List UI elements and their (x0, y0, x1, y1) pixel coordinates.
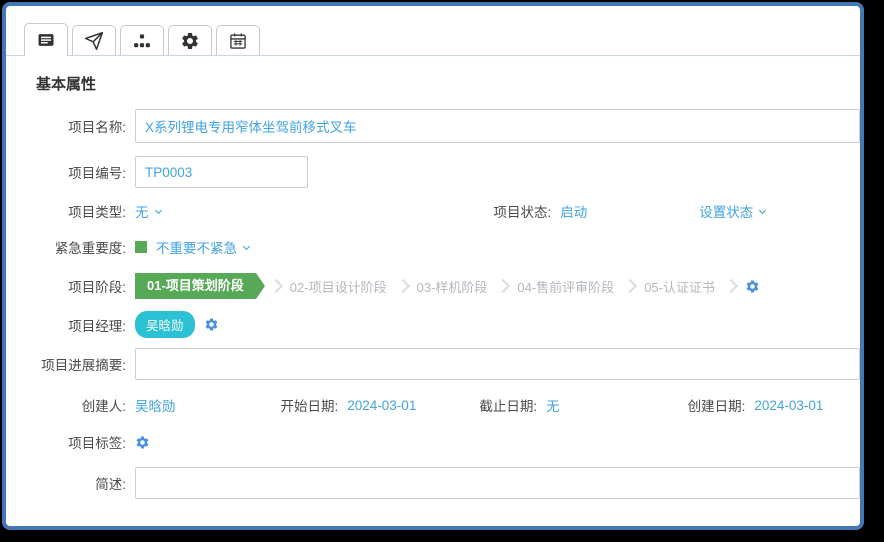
tags-label: 项目标签: (6, 432, 135, 452)
urgency-row: 紧急重要度: 不重要不紧急 (6, 237, 846, 257)
project-name-input[interactable] (135, 109, 860, 143)
page-title: 基本属性 (6, 56, 860, 109)
chevron-down-icon (757, 206, 768, 217)
create-date-label: 创建日期: (688, 395, 755, 415)
project-type-select[interactable]: 无 (135, 201, 164, 221)
stage-separator-icon (496, 279, 510, 293)
stage-separator-icon (269, 279, 283, 293)
project-code-input[interactable] (135, 156, 308, 188)
calendar-icon (228, 31, 248, 51)
stages-label: 项目阶段: (6, 276, 135, 296)
tab-bar (6, 6, 860, 56)
project-code-row: 项目编号: (6, 156, 846, 188)
end-date-label: 截止日期: (479, 395, 546, 415)
creator-value: 吴晗勋 (135, 395, 176, 415)
progress-summary-label: 项目进展摘要: (6, 354, 135, 374)
tab-form[interactable] (24, 23, 68, 56)
manager-row: 项目经理: 吴晗勋 (6, 311, 846, 338)
urgency-select[interactable]: 不重要不紧急 (135, 237, 252, 257)
stage-item[interactable]: 02-项目设计阶段 (290, 277, 387, 296)
stages-row: 项目阶段: 01-项目策划阶段 02-项目设计阶段 03-样机阶段 04-售前评… (6, 273, 846, 299)
stage-item[interactable]: 05-认证证书 (644, 277, 715, 296)
app-window: 基本属性 项目名称: 项目编号: 项目类型: 无 项目状态: 启动 设置状态 紧… (2, 2, 864, 530)
stage-separator-icon (724, 279, 738, 293)
manager-settings-button[interactable] (204, 317, 219, 332)
manager-label: 项目经理: (6, 315, 135, 335)
chevron-down-icon (153, 206, 164, 217)
type-status-row: 项目类型: 无 项目状态: 启动 设置状态 (6, 201, 846, 221)
progress-summary-row: 项目进展摘要: (6, 348, 846, 380)
tags-row: 项目标签: (6, 432, 846, 452)
tags-settings-button[interactable] (135, 435, 150, 450)
stage-breadcrumb: 01-项目策划阶段 02-项目设计阶段 03-样机阶段 04-售前评审阶段 05… (135, 273, 760, 299)
chevron-down-icon (241, 242, 252, 253)
manager-tag[interactable]: 吴晗勋 (135, 311, 195, 338)
stage-item[interactable]: 04-售前评审阶段 (517, 277, 614, 296)
basic-properties-form: 项目名称: 项目编号: 项目类型: 无 项目状态: 启动 设置状态 紧急重要度: (6, 109, 860, 499)
project-type-label: 项目类型: (6, 201, 135, 221)
form-icon (36, 30, 56, 50)
stages-settings-button[interactable] (745, 279, 760, 294)
stage-separator-icon (396, 279, 410, 293)
tab-settings[interactable] (168, 25, 212, 55)
project-code-label: 项目编号: (6, 162, 135, 182)
progress-summary-input[interactable] (135, 348, 860, 380)
project-status-label: 项目状态: (494, 201, 561, 221)
tab-send[interactable] (72, 25, 116, 55)
tab-sitemap[interactable] (120, 25, 164, 55)
project-name-row: 项目名称: (6, 109, 846, 143)
creator-label: 创建人: (6, 395, 135, 415)
stage-item[interactable]: 03-样机阶段 (417, 277, 488, 296)
gear-icon (180, 31, 200, 51)
tab-calendar[interactable] (216, 25, 260, 55)
brief-input[interactable] (135, 467, 860, 499)
sitemap-icon (132, 31, 152, 51)
brief-label: 简述: (6, 473, 135, 493)
project-status-value: 启动 (560, 201, 587, 221)
project-name-label: 项目名称: (6, 116, 135, 136)
stage-item-active[interactable]: 01-项目策划阶段 (135, 273, 256, 299)
urgency-color-marker (135, 241, 147, 253)
brief-row: 简述: (6, 467, 846, 499)
dates-row: 创建人: 吴晗勋 开始日期: 2024-03-01 截止日期: 无 创建日期: … (6, 395, 846, 415)
gear-icon (745, 279, 760, 294)
gear-icon (135, 435, 150, 450)
send-icon (84, 31, 104, 51)
start-date-value[interactable]: 2024-03-01 (347, 398, 416, 413)
gear-icon (204, 317, 219, 332)
end-date-value[interactable]: 无 (546, 395, 560, 415)
urgency-label: 紧急重要度: (6, 237, 135, 257)
create-date-value: 2024-03-01 (754, 398, 823, 413)
set-status-action[interactable]: 设置状态 (699, 201, 768, 221)
stage-separator-icon (623, 279, 637, 293)
start-date-label: 开始日期: (281, 395, 348, 415)
